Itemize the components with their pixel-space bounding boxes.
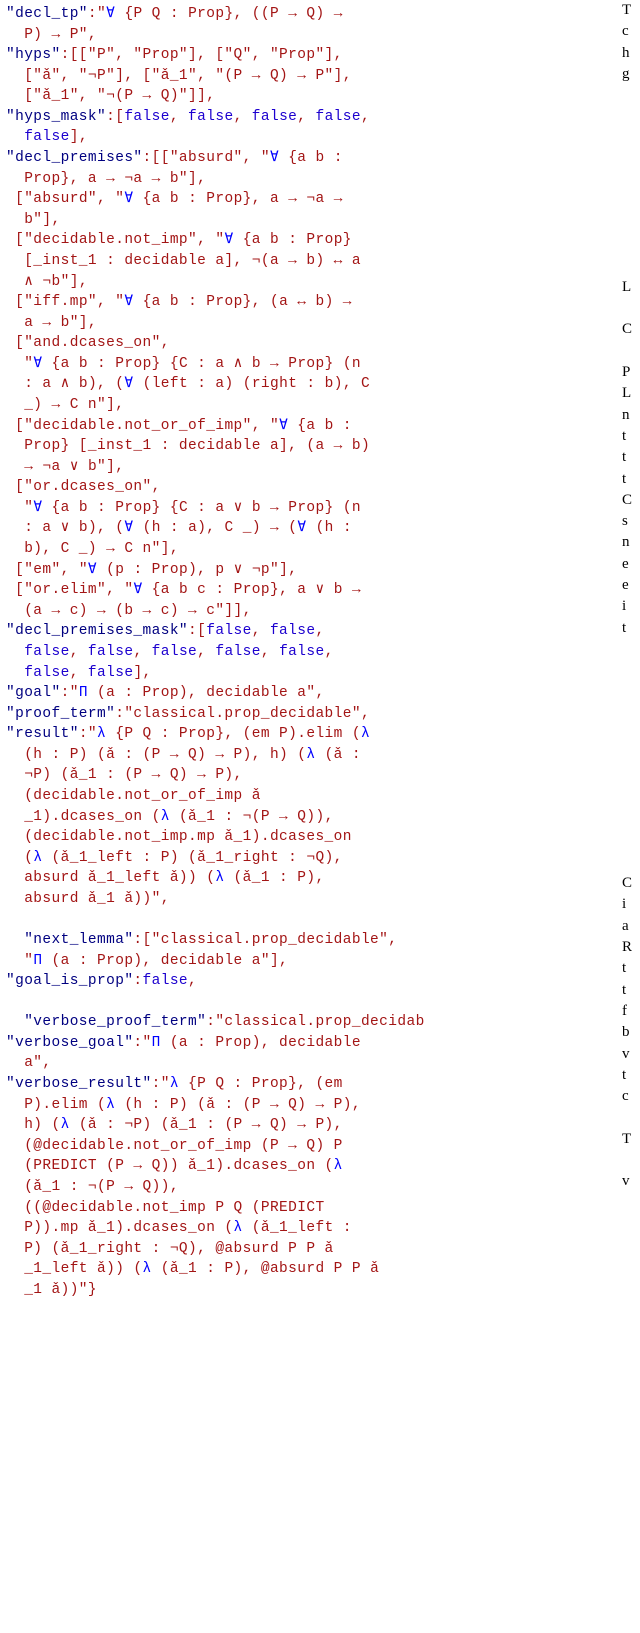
code-line: ["and.dcases_on", "∀ {a b : Prop} {C : a… (6, 335, 370, 413)
code-line: "proof_term":"classical.prop_decidable", (6, 706, 370, 722)
json-code-block: "decl_tp":"∀ {P Q : Prop}, ((P → Q) → P)… (0, 0, 640, 1304)
code-line: "verbose_result":"λ {P Q : Prop}, (em P)… (6, 1076, 379, 1298)
code-line: "goal":"Π (a : Prop), decidable a", (6, 685, 325, 701)
code-line: ["iff.mp", "∀ {a b : Prop}, (a ↔ b) → a … (6, 294, 352, 331)
code-line: "verbose_goal":"Π (a : Prop), decidable … (6, 1035, 361, 1072)
code-line: "hyps":[["P", "Prop"], ["Q", "Prop"], ["… (6, 47, 352, 104)
code-line: ["decidable.not_or_of_imp", "∀ {a b : Pr… (6, 418, 370, 475)
code-line: "result":"λ {P Q : Prop}, (em P).elim (λ… (6, 726, 370, 907)
code-line: ["decidable.not_imp", "∀ {a b : Prop} [_… (6, 232, 361, 289)
code-line: "goal_is_prop":false, (6, 973, 197, 989)
code-line: "decl_tp":"∀ {P Q : Prop}, ((P → Q) → P)… (6, 6, 343, 43)
code-line: ["or.elim", "∀ {a b c : Prop}, a ∨ b → (… (6, 582, 361, 619)
code-line: "decl_premises_mask":[false, false, fals… (6, 623, 334, 680)
right-column-fragment: T c h g L C P L n t t t C s n e e i t C … (622, 0, 640, 1193)
code-line: ["em", "∀ (p : Prop), p ∨ ¬p"], (6, 562, 297, 578)
code-line: "verbose_proof_term":"classical.prop_dec… (6, 1014, 425, 1030)
page-root: "decl_tp":"∀ {P Q : Prop}, ((P → Q) → P)… (0, 0, 640, 1304)
code-line: "next_lemma":["classical.prop_decidable"… (6, 932, 397, 969)
code-line: "hyps_mask":[false, false, false, false,… (6, 109, 370, 146)
code-line: "decl_premises":[["absurd", "∀ {a b : Pr… (6, 150, 343, 187)
code-line: ["absurd", "∀ {a b : Prop}, a → ¬a → b"]… (6, 191, 343, 228)
code-line: ["or.dcases_on", "∀ {a b : Prop} {C : a … (6, 479, 361, 557)
